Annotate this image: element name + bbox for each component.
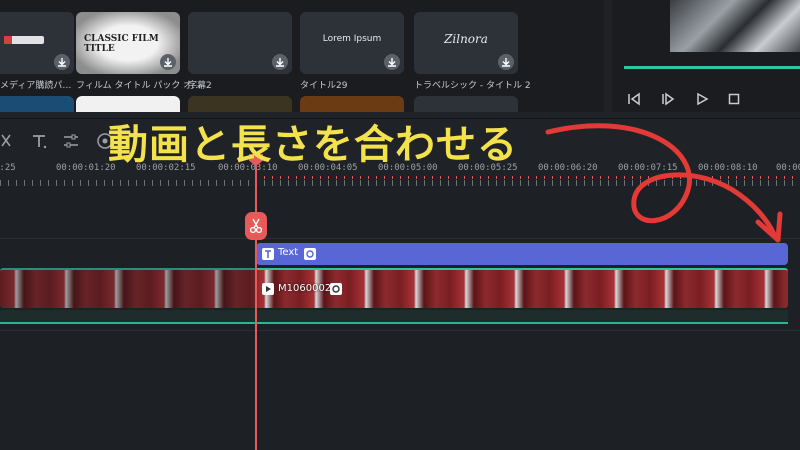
media-thumb-9[interactable] <box>300 96 404 112</box>
media-thumb-3[interactable] <box>188 12 292 74</box>
prev-frame-icon[interactable] <box>626 91 642 107</box>
track-divider <box>0 330 800 331</box>
text-title-clip[interactable]: Text <box>256 243 788 265</box>
audio-waveform-track[interactable] <box>0 310 788 324</box>
download-icon[interactable] <box>384 54 400 70</box>
video-editor: CLASSIC FILM TITLE Lorem Ipsum Zilnora メ… <box>0 0 800 450</box>
media-caption-4: タイトル29 <box>300 81 348 91</box>
media-thumb-1[interactable] <box>0 12 74 74</box>
annotation-text: 動画と長さを合わせる <box>108 122 518 168</box>
ruler-tick-label: 00:00:01:20 <box>56 163 116 173</box>
thumb-title-text: CLASSIC FILM TITLE <box>84 34 159 54</box>
preview-video <box>670 0 800 52</box>
text-clip-icon <box>262 248 274 260</box>
adjust-tool-icon[interactable] <box>62 132 80 150</box>
ruler-selection-marker <box>256 176 800 179</box>
thumb-title-text: Lorem Ipsum <box>322 34 382 44</box>
preview-panel <box>612 0 800 112</box>
media-caption-5: トラベルシック - タイトル 2 <box>414 81 531 91</box>
link-icon <box>304 248 316 260</box>
play-icon[interactable] <box>694 91 710 107</box>
video-clip-icon <box>262 283 274 295</box>
media-thumb-5[interactable]: Zilnora <box>414 12 518 74</box>
scissors-icon <box>249 218 263 234</box>
scissors-tool-icon[interactable] <box>0 132 12 150</box>
media-thumb-10[interactable] <box>414 96 518 112</box>
media-thumb-6[interactable] <box>0 96 74 112</box>
next-frame-icon[interactable] <box>660 91 676 107</box>
media-caption-3: 字幕2 <box>188 81 212 91</box>
download-icon[interactable] <box>160 54 176 70</box>
preview-progress[interactable] <box>624 66 800 69</box>
text-clip-label: Text <box>278 247 299 258</box>
media-thumb-2[interactable]: CLASSIC FILM TITLE <box>76 12 180 74</box>
download-icon[interactable] <box>272 54 288 70</box>
download-icon[interactable] <box>498 54 514 70</box>
media-thumb-7[interactable] <box>76 96 180 112</box>
ruler-tick-label: 00:00: <box>776 163 800 173</box>
text-tool-icon[interactable] <box>30 132 48 150</box>
media-thumb-4[interactable]: Lorem Ipsum <box>300 12 404 74</box>
playhead-line[interactable] <box>255 160 257 450</box>
video-clip-label: M1060002 <box>278 283 332 294</box>
ruler-tick-label: 0:25 <box>0 163 16 173</box>
split-button[interactable] <box>245 212 267 240</box>
video-clip-link-icon <box>330 283 342 295</box>
download-icon[interactable] <box>54 54 70 70</box>
media-caption-2: フィルム タイトル パック オ… <box>76 81 202 91</box>
thumb-title-text: Zilnora <box>444 32 488 46</box>
ruler-tick-label: 00:00:07:15 <box>618 163 678 173</box>
video-clip-trimmed-region <box>0 268 256 308</box>
ruler-tick-label: 00:00:08:10 <box>698 163 758 173</box>
media-library-panel: CLASSIC FILM TITLE Lorem Ipsum Zilnora メ… <box>0 0 604 112</box>
ruler-tick-label: 00:00:06:20 <box>538 163 598 173</box>
track-divider <box>0 238 800 239</box>
stop-icon[interactable] <box>726 91 742 107</box>
media-caption-1: メディア購読パ… <box>0 81 72 91</box>
preview-progress-fill <box>624 66 800 69</box>
media-thumb-8[interactable] <box>188 96 292 112</box>
